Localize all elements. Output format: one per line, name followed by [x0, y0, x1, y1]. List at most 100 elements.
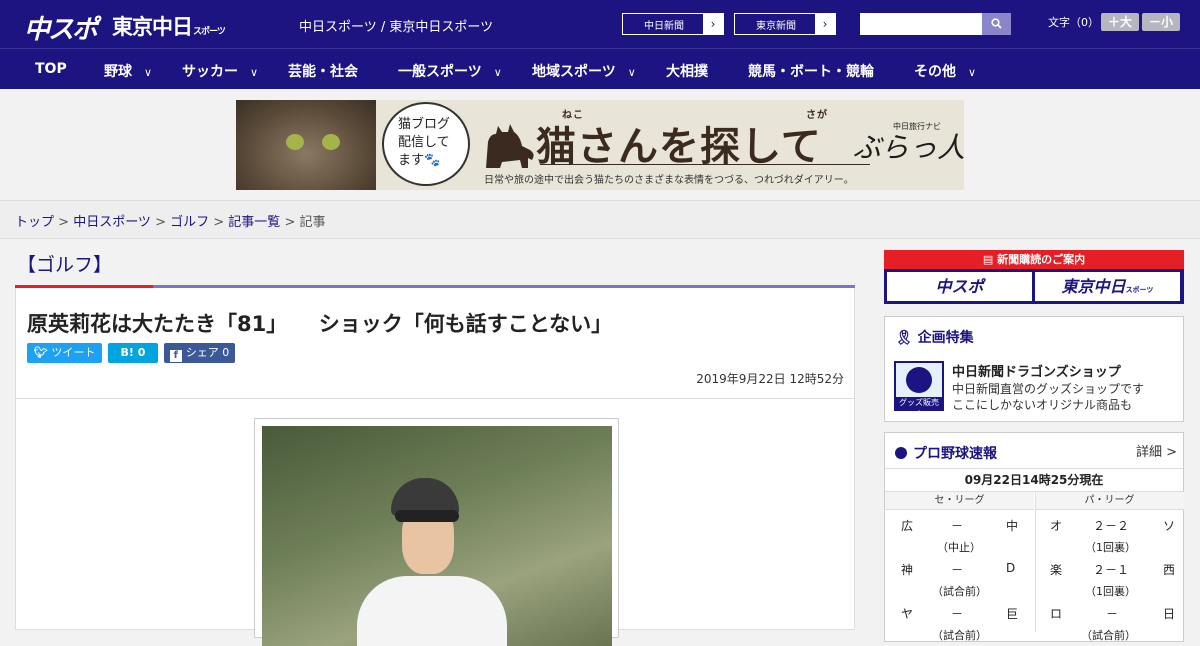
nav-item-baseball[interactable]: 野球 ∨	[104, 61, 152, 81]
shop-title[interactable]: 中日新聞ドラゴンズショップ	[952, 361, 1121, 380]
game-score: ２－１	[1093, 563, 1130, 577]
subscribe-chuspo-button[interactable]: 中スポ	[887, 272, 1032, 301]
search-button[interactable]	[982, 13, 1011, 35]
chevron-right-icon: ›	[815, 14, 835, 34]
detail-link[interactable]: 詳細 >	[1136, 441, 1177, 460]
search-input[interactable]	[860, 13, 983, 35]
tweet-label: ツイート	[51, 346, 96, 359]
chunichi-shimbun-button[interactable]: 中日新聞 ›	[622, 13, 724, 35]
breadcrumb-sep: >	[54, 215, 74, 230]
game-score: －	[951, 519, 964, 533]
banner-rule	[540, 164, 870, 165]
nav-item-general-sports[interactable]: 一般スポーツ ∨	[398, 61, 502, 81]
breadcrumb-sep: >	[280, 215, 300, 230]
article-photo-frame[interactable]	[254, 418, 619, 646]
shop-line: ここにしかないオリジナル商品も	[952, 398, 1133, 412]
game-score: －	[951, 563, 964, 577]
chevron-down-icon: ∨	[627, 66, 636, 79]
site-links[interactable]: 中日スポーツ / 東京中日スポーツ	[299, 16, 493, 35]
game-score: －	[951, 607, 964, 621]
font-bigger-button[interactable]: ＋大	[1101, 13, 1139, 31]
facebook-icon: f	[169, 350, 182, 362]
tokyo-shimbun-button[interactable]: 東京新聞 ›	[734, 13, 836, 35]
league-divider	[1035, 492, 1036, 632]
breadcrumb-current: 記事	[299, 215, 326, 230]
breadcrumb-link-top[interactable]: トップ	[15, 215, 54, 230]
chevron-right-icon: ›	[703, 14, 723, 34]
dragons-shop-logo[interactable]: グッズ販売中	[894, 361, 944, 419]
nav-item-entertainment[interactable]: 芸能・社会	[288, 61, 358, 81]
game-status: （中止）	[937, 541, 981, 554]
nav-item-label: 野球	[104, 64, 132, 80]
font-size-label: 文字（0）	[1048, 16, 1099, 29]
chevron-down-icon: ∨	[250, 66, 259, 79]
feature-header: 🎗︎ 企画特集	[895, 327, 974, 347]
breadcrumb-bar: トップ > 中日スポーツ > ゴルフ > 記事一覧 > 記事	[0, 200, 1200, 239]
tweet-button[interactable]: 🐦︎ ツイート	[27, 343, 102, 363]
search-icon	[991, 18, 1002, 29]
chuspo-logo[interactable]: 中スポ	[24, 9, 98, 46]
bubble-line: 猫ブログ	[398, 117, 451, 132]
game-status: （1回裏）	[1085, 585, 1136, 598]
team-away: 日	[1163, 607, 1176, 621]
article-card: 原英莉花は大たたき「81」 ショック「何も話すことない」 🐦︎ ツイート B! …	[15, 288, 855, 646]
game-status: （試合前）	[932, 585, 987, 598]
subscribe-tokyo-chunichi-button[interactable]: 東京中日スポーツ	[1035, 272, 1180, 301]
speech-bubble: 猫ブログ 配信して ます🐾	[382, 102, 470, 186]
nav-item-other[interactable]: その他 ∨	[914, 61, 976, 81]
nav-item-soccer[interactable]: サッカー ∨	[182, 61, 258, 81]
team-away: ソ	[1163, 519, 1176, 533]
scores-timestamp: 09月22日14時25分現在	[885, 468, 1183, 492]
nav-item-racing[interactable]: 競馬・ボート・競輪	[748, 61, 874, 81]
team-home: ロ	[1050, 607, 1063, 621]
newspaper-icon: ▤	[982, 253, 998, 266]
team-home: オ	[1050, 519, 1063, 533]
game-status: （試合前）	[932, 629, 987, 642]
game-score: －	[1106, 607, 1119, 621]
tokyo-chunichi-logo[interactable]: 東京中日スポーツ	[112, 11, 226, 41]
breadcrumb-link-golf[interactable]: ゴルフ	[170, 215, 209, 230]
cat-blog-banner[interactable]: 猫ブログ 配信して ます🐾 猫さんを探して ねこ さが 日常や旅の途中で出会う猫…	[236, 100, 964, 190]
subscribe-tokyo-label: 東京中日	[1061, 277, 1126, 296]
subscription-header: ▤ 新聞購読のご案内	[884, 250, 1184, 269]
cat-photo	[236, 100, 376, 190]
baseball-icon	[895, 447, 907, 459]
article-divider	[16, 398, 854, 399]
feature-box: 🎗︎ 企画特集 グッズ販売中 中日新聞ドラゴンズショップ 中日新聞直営のグッズシ…	[884, 316, 1184, 422]
breadcrumb: トップ > 中日スポーツ > ゴルフ > 記事一覧 > 記事	[15, 211, 326, 230]
bubble-line: ます🐾	[398, 153, 441, 168]
team-away: 巨	[1006, 607, 1019, 621]
team-home: 楽	[1050, 563, 1063, 577]
site-header: 中スポ 東京中日スポーツ 中日スポーツ / 東京中日スポーツ 中日新聞 › 東京…	[0, 0, 1200, 48]
article-headline: 原英莉花は大たたき「81」 ショック「何も話すことない」	[27, 312, 613, 336]
subscription-header-label: 新聞購読のご案内	[997, 253, 1086, 266]
team-away: 中	[1006, 519, 1019, 533]
bubble-line: 配信して	[398, 135, 450, 150]
hatena-bookmark-button[interactable]: B! 0	[108, 343, 158, 363]
tokyo-chunichi-logo-text: 東京中日	[112, 15, 193, 39]
subscription-box: ▤ 新聞購読のご案内 中スポ 東京中日スポーツ	[884, 250, 1184, 304]
ruby-neko: ねこ	[562, 110, 584, 121]
chevron-down-icon: ∨	[144, 66, 153, 79]
breadcrumb-sep: >	[209, 215, 229, 230]
twitter-icon: 🐦︎	[33, 346, 52, 359]
tokyo-chunichi-logo-suffix: スポーツ	[193, 27, 226, 37]
nav-item-label: サッカー	[182, 64, 238, 80]
central-league-header: セ・リーグ	[885, 492, 1034, 510]
article-date: 2019年9月22日 12時52分	[696, 372, 844, 386]
team-home: 神	[901, 563, 914, 577]
breadcrumb-link-article-list[interactable]: 記事一覧	[228, 215, 280, 230]
tokyo-shimbun-label: 東京新聞	[756, 21, 796, 32]
shop-description: 中日新聞直営のグッズショップです ここにしかないオリジナル商品も	[952, 381, 1144, 413]
nav-item-sumo[interactable]: 大相撲	[666, 61, 708, 81]
breadcrumb-link-chunichi-sports[interactable]: 中日スポーツ	[73, 215, 151, 230]
font-smaller-button[interactable]: －小	[1142, 13, 1180, 31]
nav-item-top[interactable]: TOP	[35, 61, 67, 77]
shop-line: 中日新聞直営のグッズショップです	[952, 382, 1145, 396]
chevron-down-icon: ∨	[968, 66, 977, 79]
nav-item-label: 地域スポーツ	[532, 64, 616, 80]
nav-item-local-sports[interactable]: 地域スポーツ ∨	[532, 61, 636, 81]
cat-eye	[286, 134, 304, 150]
team-home: ヤ	[901, 607, 914, 621]
facebook-share-button[interactable]: f シェア 0	[164, 343, 235, 363]
